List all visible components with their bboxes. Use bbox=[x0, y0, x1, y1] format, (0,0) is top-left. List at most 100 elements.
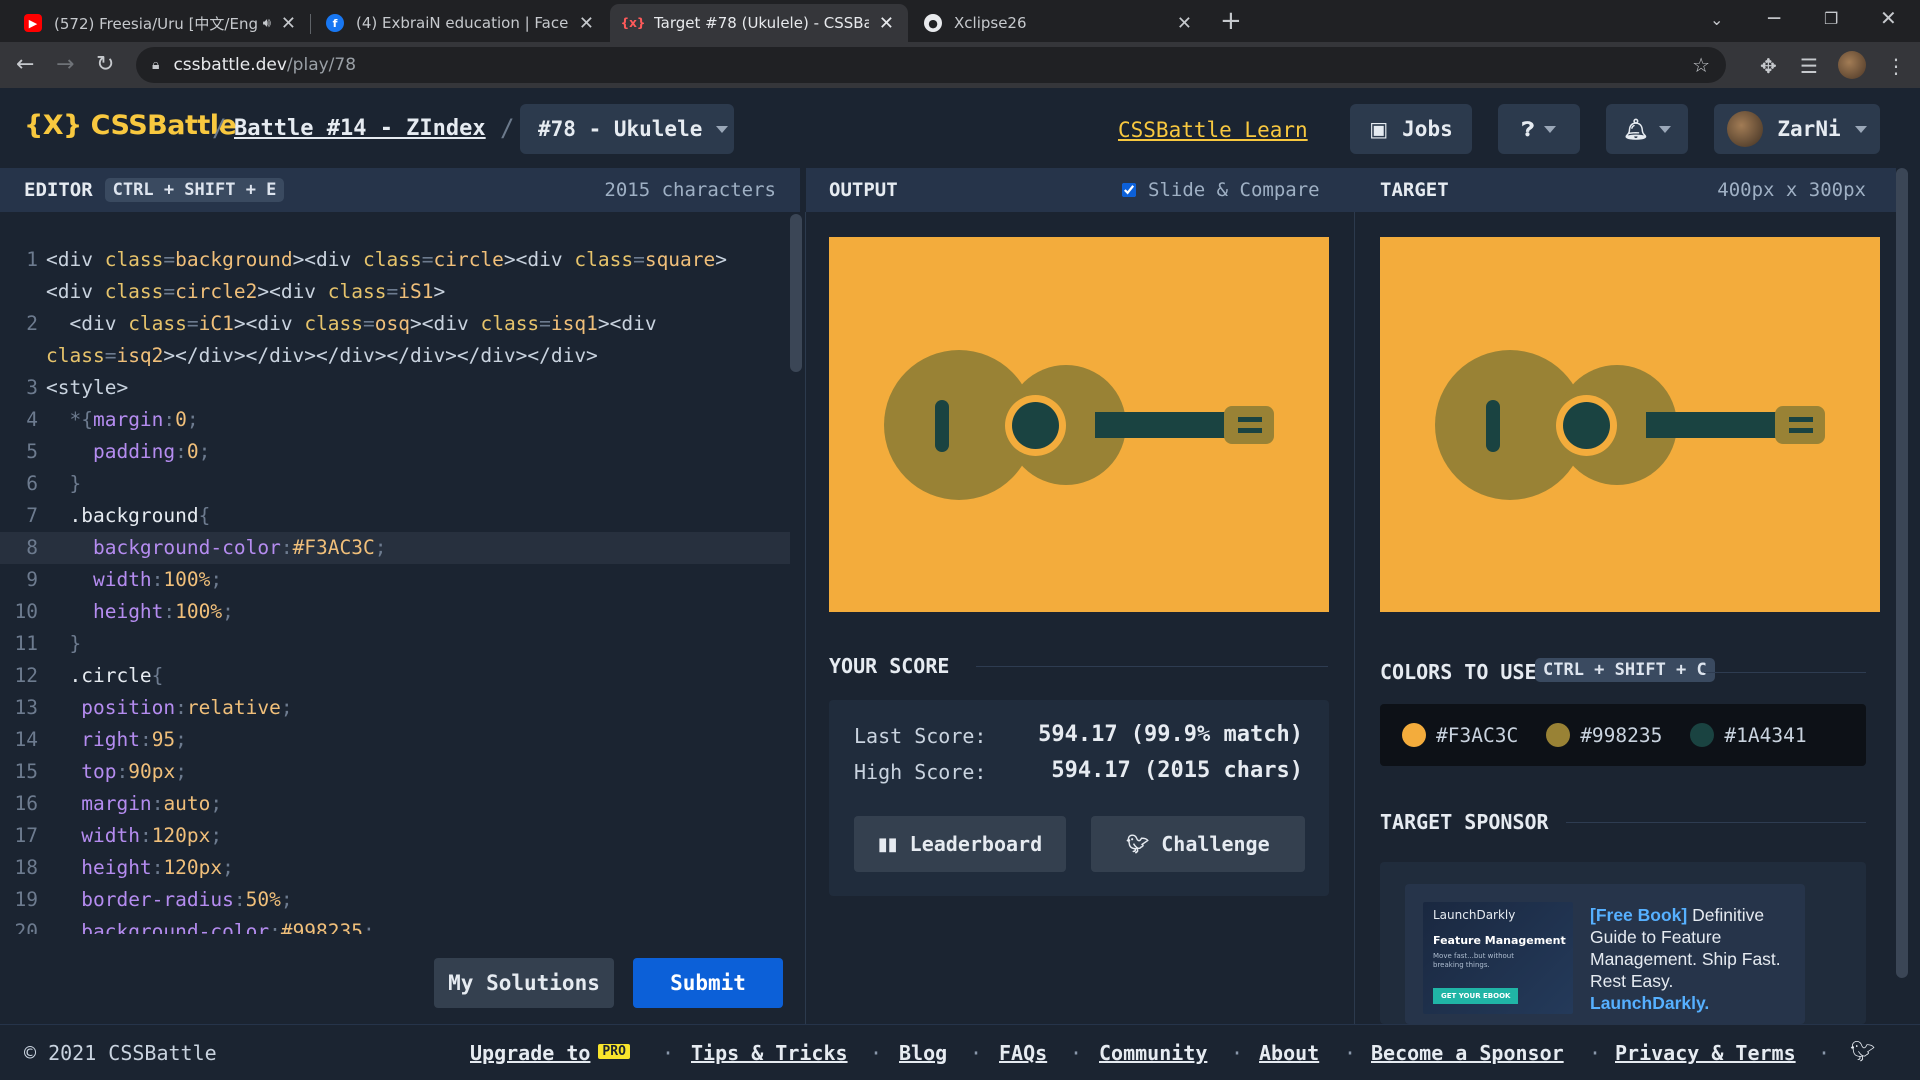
ukulele-peg bbox=[1789, 428, 1813, 433]
target-size: 400px x 300px bbox=[1717, 179, 1866, 201]
sponsor-title: TARGET SPONSOR bbox=[1380, 810, 1549, 834]
close-tab-icon[interactable]: ✕ bbox=[579, 13, 594, 34]
github-icon: ● bbox=[924, 14, 942, 32]
footer-blog-link[interactable]: Blog bbox=[899, 1041, 947, 1065]
url-host: cssbattle.dev bbox=[173, 55, 287, 75]
challenge-button[interactable]: 🐦︎ Challenge bbox=[1091, 816, 1305, 872]
ukulele-headstock bbox=[1775, 406, 1825, 444]
ad-brand-link[interactable]: LaunchDarkly. bbox=[1590, 993, 1709, 1013]
color-swatch[interactable]: #1A4341 bbox=[1690, 723, 1807, 747]
forward-icon[interactable]: → bbox=[56, 52, 74, 77]
lock-icon[interactable]: 🔒︎ bbox=[152, 57, 159, 73]
chevron-down-icon bbox=[1544, 125, 1557, 133]
submit-button[interactable]: Submit bbox=[633, 958, 783, 1008]
twitter-icon: 🐦︎ bbox=[1126, 833, 1150, 855]
color-hex: #F3AC3C bbox=[1436, 723, 1519, 747]
jobs-button[interactable]: ▣ Jobs bbox=[1350, 104, 1472, 154]
ad-heading: Feature Management bbox=[1433, 934, 1566, 947]
target-image bbox=[1380, 237, 1880, 612]
footer-separator: · bbox=[870, 1041, 883, 1065]
browser-tab-facebook[interactable]: f (4) ExbraiN education | Facebook ✕ bbox=[312, 4, 608, 42]
footer-community-link[interactable]: Community bbox=[1099, 1041, 1207, 1065]
browser-profile-avatar[interactable] bbox=[1838, 51, 1866, 79]
reload-icon[interactable]: ↻ bbox=[96, 52, 114, 77]
ukulele-sound-hole bbox=[1012, 402, 1059, 449]
browser-tab-github[interactable]: ● Xclipse26 ✕ bbox=[910, 4, 1206, 42]
leaderboard-button[interactable]: ▮▮ Leaderboard bbox=[854, 816, 1066, 872]
panel-divider bbox=[805, 212, 806, 1024]
slide-compare-toggle[interactable]: Slide & Compare bbox=[1122, 179, 1320, 201]
close-window-icon[interactable]: ✕ bbox=[1880, 6, 1897, 30]
close-tab-icon[interactable]: ✕ bbox=[281, 13, 296, 34]
ad-brand: LaunchDarkly bbox=[1433, 908, 1516, 922]
browser-tab-cssbattle[interactable]: {x} Target #78 (Ukulele) - CSSBattle ✕ bbox=[610, 4, 908, 42]
browser-menu-icon[interactable]: ⋮ bbox=[1886, 54, 1906, 78]
new-tab-icon[interactable]: + bbox=[1220, 6, 1242, 36]
footer-sponsor-link[interactable]: Become a Sponsor bbox=[1371, 1041, 1564, 1065]
color-swatch[interactable]: #998235 bbox=[1546, 723, 1662, 747]
ukulele-peg bbox=[1789, 417, 1813, 422]
ukulele-neck bbox=[1095, 412, 1225, 438]
cssbattle-logo[interactable]: {X} CSSBattle bbox=[24, 110, 237, 141]
extensions-icon[interactable]: ✥ bbox=[1760, 54, 1777, 78]
color-hex: #998235 bbox=[1580, 723, 1663, 747]
sponsor-ad[interactable]: LaunchDarkly Feature Management Move fas… bbox=[1405, 884, 1805, 1024]
browser-tab-youtube[interactable]: ▶ (572) Freesia/Uru [中文/Eng 🔊︎ ✕ bbox=[10, 4, 310, 42]
breadcrumb-separator: / bbox=[212, 114, 227, 142]
sponsor-ad-text[interactable]: [Free Book] Definitive Guide to Feature … bbox=[1590, 904, 1795, 1014]
ukulele-neck bbox=[1646, 412, 1776, 438]
footer-privacy-link[interactable]: Privacy & Terms bbox=[1615, 1041, 1796, 1065]
help-icon: ❓︎ bbox=[1521, 117, 1535, 141]
id-card-icon: ▣ bbox=[1369, 117, 1389, 141]
back-icon[interactable]: ← bbox=[16, 52, 34, 77]
code-editor[interactable]: 1 <div class=background><div class=circle… bbox=[0, 212, 800, 1024]
close-tab-icon[interactable]: ✕ bbox=[1177, 13, 1192, 34]
cssbattle-icon: {x} bbox=[620, 16, 646, 30]
footer-about-link[interactable]: About bbox=[1259, 1041, 1319, 1065]
learn-link[interactable]: CSSBattle Learn bbox=[1118, 118, 1308, 142]
section-divider bbox=[1566, 822, 1866, 823]
close-tab-icon[interactable]: ✕ bbox=[879, 13, 894, 34]
page-scrollbar[interactable] bbox=[1896, 168, 1908, 978]
output-preview[interactable] bbox=[829, 237, 1329, 612]
twitter-icon[interactable]: 🐦︎ bbox=[1850, 1039, 1875, 1063]
editor-scrollbar[interactable] bbox=[790, 214, 802, 372]
url-field[interactable]: 🔒︎ cssbattle.dev/play/78 ☆ bbox=[136, 47, 1726, 83]
help-button[interactable]: ❓︎ bbox=[1498, 104, 1580, 154]
footer-separator: · bbox=[1818, 1041, 1831, 1065]
footer-faqs-link[interactable]: FAQs bbox=[999, 1041, 1047, 1065]
footer-separator: · bbox=[970, 1041, 983, 1065]
tab-divider bbox=[310, 14, 311, 34]
ukulele-peg bbox=[1238, 428, 1262, 433]
jobs-label: Jobs bbox=[1402, 117, 1453, 141]
user-menu-button[interactable]: ZarNi bbox=[1714, 104, 1880, 154]
minimize-icon[interactable]: ─ bbox=[1768, 6, 1780, 30]
ukulele-sound-hole bbox=[1563, 402, 1610, 449]
url-path: /play/78 bbox=[286, 55, 357, 75]
restore-icon[interactable]: ❐ bbox=[1824, 9, 1838, 28]
slide-compare-checkbox[interactable] bbox=[1122, 183, 1136, 197]
copyright: © 2021 CSSBattle bbox=[24, 1041, 217, 1065]
footer-tips-link[interactable]: Tips & Tricks bbox=[691, 1041, 848, 1065]
ukulele-headstock bbox=[1224, 406, 1274, 444]
bookmark-star-icon[interactable]: ☆ bbox=[1692, 53, 1710, 77]
footer-upgrade-link[interactable]: Upgrade to PRO bbox=[470, 1041, 630, 1065]
target-select[interactable]: #78 - Ukulele bbox=[520, 104, 734, 154]
color-hex: #1A4341 bbox=[1724, 723, 1807, 747]
output-header: OUTPUT Slide & Compare bbox=[806, 168, 1354, 212]
ad-subtext: Move fast...but without breaking things. bbox=[1433, 952, 1514, 969]
color-swatch[interactable]: #F3AC3C bbox=[1402, 723, 1518, 747]
code-lines[interactable]: 1 <div class=background><div class=circle… bbox=[0, 244, 790, 934]
tab-search-icon[interactable]: ⌄ bbox=[1710, 10, 1723, 29]
battle-link[interactable]: Battle #14 - ZIndex bbox=[234, 116, 486, 141]
media-queue-icon[interactable]: ☰ bbox=[1800, 54, 1818, 78]
app-header: {X} CSSBattle / Battle #14 - ZIndex / #7… bbox=[0, 88, 1920, 168]
notifications-button[interactable]: 🔔︎ bbox=[1606, 104, 1688, 154]
section-divider bbox=[976, 666, 1328, 667]
my-solutions-button[interactable]: My Solutions bbox=[434, 958, 614, 1008]
target-select-label: #78 - Ukulele bbox=[538, 117, 703, 141]
speaker-icon[interactable]: 🔊︎ bbox=[263, 16, 271, 31]
sponsor-ad-image[interactable]: LaunchDarkly Feature Management Move fas… bbox=[1423, 902, 1573, 1014]
user-name: ZarNi bbox=[1777, 117, 1841, 141]
challenge-label: Challenge bbox=[1161, 832, 1270, 856]
